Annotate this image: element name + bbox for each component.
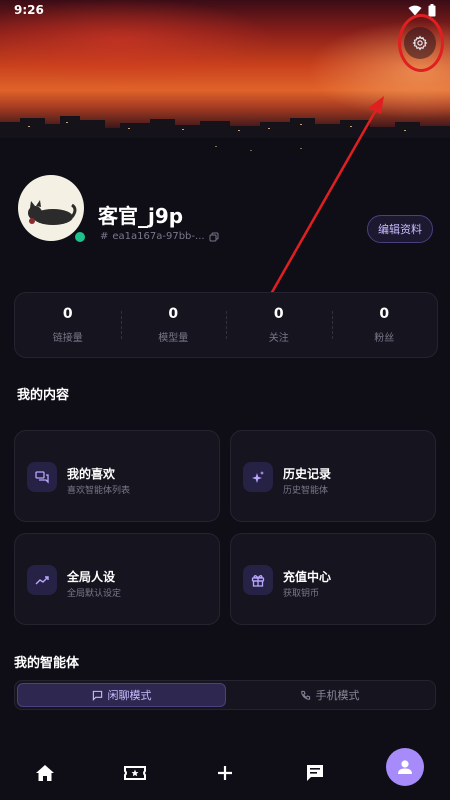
phone-icon xyxy=(300,690,310,700)
ticket-icon xyxy=(124,765,146,780)
header-fade xyxy=(0,130,450,180)
card-my-likes[interactable]: 我的喜欢 喜欢智能体列表 xyxy=(14,430,220,522)
battery-icon xyxy=(428,3,436,16)
status-bar: 9:26 xyxy=(0,0,450,20)
card-title: 充值中心 xyxy=(283,570,332,584)
nav-create[interactable] xyxy=(180,745,270,800)
stat-value: 0 xyxy=(273,306,284,322)
home-icon xyxy=(36,764,54,781)
user-id-row: # ea1a167a-97bb-... xyxy=(100,231,219,242)
card-title: 我的喜欢 xyxy=(67,467,116,481)
plus-icon xyxy=(218,765,232,780)
stat-label: 链接量 xyxy=(52,333,83,344)
nav-ticket[interactable] xyxy=(90,745,180,800)
card-subtitle: 全局默认设定 xyxy=(67,589,122,599)
card-subtitle: 获取钥币 xyxy=(283,589,320,599)
stat-links[interactable]: 0 链接量 xyxy=(15,293,121,357)
card-recharge[interactable]: 充值中心 获取钥币 xyxy=(230,533,436,625)
my-agents-title: 我的智能体 xyxy=(14,656,80,671)
profile-icon xyxy=(398,759,412,774)
mode-label: 手机模式 xyxy=(315,689,360,702)
card-title: 历史记录 xyxy=(283,467,332,481)
sparkle-icon xyxy=(243,462,273,492)
mode-label: 闲聊模式 xyxy=(107,689,152,702)
user-id: ea1a167a-97bb-... xyxy=(112,231,205,242)
card-subtitle: 喜欢智能体列表 xyxy=(67,486,131,496)
stats-panel: 0 链接量 0 模型量 0 关注 0 粉丝 xyxy=(14,292,438,358)
nav-home[interactable] xyxy=(0,745,90,800)
stat-label: 模型量 xyxy=(158,333,189,344)
username: 客官_j9p xyxy=(98,204,184,228)
stat-value: 0 xyxy=(168,306,179,322)
stat-label: 粉丝 xyxy=(374,333,395,344)
trend-icon xyxy=(27,565,57,595)
stat-value: 0 xyxy=(62,306,73,322)
hash-icon: # xyxy=(100,231,109,242)
tab-chat-mode[interactable]: 闲聊模式 xyxy=(17,683,226,707)
profile-header-image xyxy=(0,0,450,180)
mode-toggle: 闲聊模式 手机模式 xyxy=(14,680,436,710)
status-time: 9:26 xyxy=(14,3,44,17)
nav-messages[interactable] xyxy=(270,745,360,800)
stat-following[interactable]: 0 关注 xyxy=(226,293,332,357)
stat-label: 关注 xyxy=(268,333,289,344)
message-icon xyxy=(307,764,323,781)
stat-value: 0 xyxy=(379,306,390,322)
copy-icon[interactable] xyxy=(209,232,219,242)
tab-phone-mode[interactable]: 手机模式 xyxy=(226,683,433,707)
gift-icon xyxy=(243,565,273,595)
stat-models[interactable]: 0 模型量 xyxy=(120,293,227,357)
annotation-circle xyxy=(398,14,444,72)
card-title: 全局人设 xyxy=(67,570,116,584)
card-history[interactable]: 历史记录 历史智能体 xyxy=(230,430,436,522)
edit-profile-button[interactable]: 编辑资料 xyxy=(367,215,433,243)
card-global-persona[interactable]: 全局人设 全局默认设定 xyxy=(14,533,220,625)
nav-profile[interactable] xyxy=(360,745,450,800)
my-content-title: 我的内容 xyxy=(17,388,70,403)
card-subtitle: 历史智能体 xyxy=(283,486,329,496)
message-icon xyxy=(92,690,102,701)
online-status-dot xyxy=(73,230,87,244)
stat-followers[interactable]: 0 粉丝 xyxy=(331,293,438,357)
chat-bubbles-icon xyxy=(27,462,57,492)
profile-nav-button[interactable] xyxy=(386,747,424,786)
bottom-nav xyxy=(0,745,450,800)
